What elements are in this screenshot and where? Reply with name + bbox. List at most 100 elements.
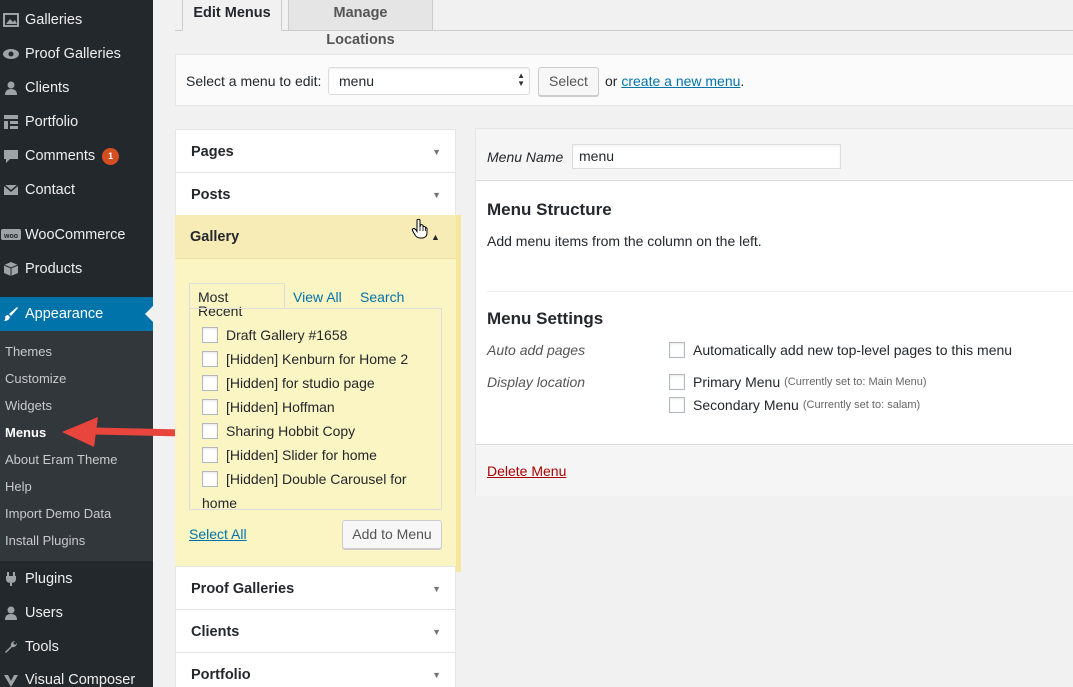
sidebar-item-tools[interactable]: Tools <box>0 630 153 664</box>
accordion-title: Posts <box>191 187 231 203</box>
triangle-down-icon[interactable]: ▼ <box>432 147 441 157</box>
sidebar-item-label: Visual Composer <box>25 672 136 687</box>
list-item[interactable]: [Hidden] Slider for home <box>202 447 377 463</box>
sidebar-item-label: WooCommerce <box>25 227 126 243</box>
sidebar-item-contact[interactable]: Contact <box>0 173 153 207</box>
select-all-link[interactable]: Select All <box>189 526 247 542</box>
menu-edit-panel: Menu Name menu Menu Structure Add menu i… <box>475 128 1073 496</box>
triangle-down-icon[interactable]: ▼ <box>432 584 441 594</box>
create-new-menu-link[interactable]: create a new menu <box>621 73 740 89</box>
submenu-item-customize[interactable]: Customize <box>5 371 66 386</box>
checkbox[interactable] <box>202 471 218 487</box>
sidebar-item-portfolio[interactable]: Portfolio <box>0 105 153 139</box>
location-secondary-option[interactable]: Secondary Menu (Currently set to: salam) <box>669 397 920 413</box>
checkbox[interactable] <box>202 375 218 391</box>
menu-dropdown[interactable]: menu ▲ ▼ <box>328 67 530 95</box>
list-item-label: Sharing Hobbit Copy <box>226 423 356 439</box>
list-item[interactable]: Sharing Hobbit Copy <box>202 423 355 439</box>
submenu-item-widgets[interactable]: Widgets <box>5 398 52 413</box>
tab-most-recent[interactable]: Most Recent <box>189 283 285 318</box>
mail-icon <box>0 183 25 197</box>
sidebar-item-galleries[interactable]: Galleries <box>0 3 153 37</box>
menu-settings-heading: Menu Settings <box>487 309 604 328</box>
list-item[interactable]: [Hidden] Hoffman <box>202 399 335 415</box>
create-menu-text: or create a new menu. <box>605 73 744 89</box>
sidebar-item-visual-composer[interactable]: Visual Composer <box>0 663 153 687</box>
sidebar-item-plugins[interactable]: Plugins <box>0 562 153 596</box>
checkbox[interactable] <box>202 447 218 463</box>
location-name: Primary Menu <box>693 374 781 390</box>
location-note: (Currently set to: Main Menu) <box>784 376 927 388</box>
triangle-up-icon[interactable]: ▲ <box>431 232 440 242</box>
auto-add-pages-option[interactable]: Automatically add new top-level pages to… <box>669 342 1012 358</box>
eye-icon <box>0 48 25 60</box>
list-item-label: home <box>202 495 238 510</box>
select-button[interactable]: Select <box>538 67 599 96</box>
grid-icon <box>0 114 25 130</box>
box-icon <box>0 261 25 277</box>
delete-menu-link[interactable]: Delete Menu <box>487 463 566 479</box>
brush-icon <box>0 306 25 322</box>
accordion-title: Clients <box>191 624 240 640</box>
sidebar-item-users[interactable]: Users <box>0 596 153 630</box>
select-menu-label: Select a menu to edit: <box>186 73 322 89</box>
image-icon <box>0 12 25 28</box>
submenu-item-about-eram-theme[interactable]: About Eram Theme <box>5 452 117 467</box>
accordion-gallery: Gallery ▲ Most Recent View All Search Dr… <box>175 215 461 572</box>
accordion-portfolio[interactable]: Portfolio ▼ <box>175 652 456 687</box>
sidebar-item-clients[interactable]: Clients <box>0 71 153 105</box>
sidebar-item-woocommerce[interactable]: woo WooCommerce <box>0 218 153 252</box>
sidebar-item-label: Users <box>25 605 63 621</box>
wrench-icon <box>0 639 25 655</box>
list-item[interactable]: [Hidden] for studio page <box>202 375 375 391</box>
accordion-proof-galleries[interactable]: Proof Galleries ▼ <box>175 566 456 610</box>
submenu-item-help[interactable]: Help <box>5 479 32 494</box>
submenu-item-import-demo-data[interactable]: Import Demo Data <box>5 506 111 521</box>
sidebar-item-label: Clients <box>25 80 70 96</box>
sidebar-item-appearance[interactable]: Appearance <box>0 297 153 331</box>
period-text: . <box>740 73 745 89</box>
tab-view-all[interactable]: View All <box>293 289 342 305</box>
checkbox[interactable] <box>202 351 218 367</box>
vc-icon <box>0 672 25 687</box>
checkbox[interactable] <box>669 374 685 390</box>
list-item-label: [Hidden] Kenburn for Home 2 <box>226 351 409 367</box>
tab-search[interactable]: Search <box>360 289 404 305</box>
submenu-item-themes[interactable]: Themes <box>5 344 52 359</box>
menu-header: Menu Name menu <box>476 129 1073 181</box>
add-to-menu-button[interactable]: Add to Menu <box>342 520 442 549</box>
accordion-title: Pages <box>191 144 234 160</box>
submenu-item-menus[interactable]: Menus <box>5 425 46 440</box>
hand-cursor-icon <box>411 218 428 239</box>
list-item-label: [Hidden] Hoffman <box>226 399 335 415</box>
list-item[interactable]: Draft Gallery #1658 <box>202 327 347 343</box>
triangle-down-icon[interactable]: ▼ <box>432 190 441 200</box>
gallery-items-list[interactable]: Draft Gallery #1658 [Hidden] Kenburn for… <box>189 308 442 510</box>
checkbox[interactable] <box>202 399 218 415</box>
sidebar-item-label: Products <box>25 261 83 277</box>
sidebar-item-products[interactable]: Products <box>0 252 153 286</box>
menu-name-input[interactable]: menu <box>572 144 841 169</box>
menu-select-bar: Select a menu to edit: menu ▲ ▼ Select or… <box>175 54 1073 106</box>
accordion-pages[interactable]: Pages ▼ <box>175 129 456 173</box>
accordion-posts[interactable]: Posts ▼ <box>175 172 456 216</box>
tab-edit-menus[interactable]: Edit Menus <box>182 0 282 31</box>
list-item[interactable]: [Hidden] Double Carousel for <box>202 471 407 487</box>
tab-manage-locations[interactable]: Manage Locations <box>288 0 433 48</box>
users-icon <box>0 80 25 96</box>
location-primary-option[interactable]: Primary Menu (Currently set to: Main Men… <box>669 374 927 390</box>
sidebar-item-comments[interactable]: Comments 1 <box>0 139 153 173</box>
menu-structure-hint: Add menu items from the column on the le… <box>487 233 762 249</box>
list-item[interactable]: [Hidden] Kenburn for Home 2 <box>202 351 408 367</box>
triangle-down-icon[interactable]: ▼ <box>432 627 441 637</box>
accordion-clients[interactable]: Clients ▼ <box>175 609 456 653</box>
checkbox[interactable] <box>669 397 685 413</box>
sidebar-item-proof-galleries[interactable]: Proof Galleries <box>0 37 153 71</box>
sidebar-item-label: Proof Galleries <box>25 46 121 62</box>
triangle-down-icon[interactable]: ▼ <box>432 670 441 680</box>
checkbox[interactable] <box>202 327 218 343</box>
checkbox[interactable] <box>202 423 218 439</box>
sidebar-item-label: Appearance <box>25 306 104 322</box>
checkbox[interactable] <box>669 342 685 358</box>
submenu-item-install-plugins[interactable]: Install Plugins <box>5 533 85 548</box>
